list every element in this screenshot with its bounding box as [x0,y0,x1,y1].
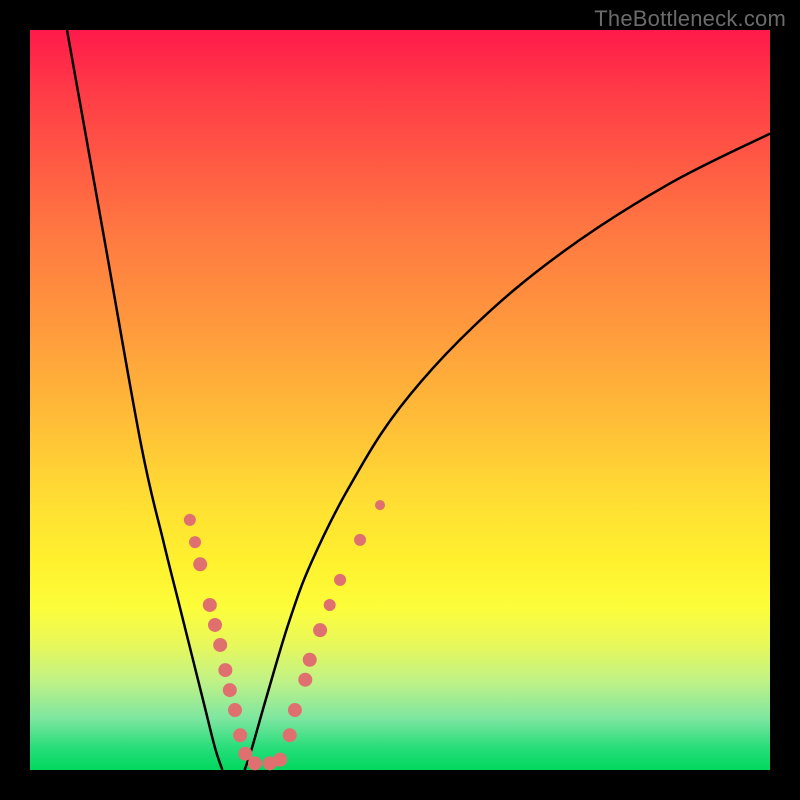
data-marker [248,756,262,770]
data-marker [288,703,302,717]
curve-right-branch [245,134,770,770]
data-marker [298,673,312,687]
watermark-text: TheBottleneck.com [594,6,786,32]
data-marker [193,557,207,571]
curve-left-branch [67,30,222,770]
data-marker [324,599,336,611]
data-marker [375,500,385,510]
data-marker [228,703,242,717]
curve-svg [30,30,770,770]
data-marker [273,753,287,767]
data-marker [303,653,317,667]
data-marker [203,598,217,612]
data-marker [189,536,201,548]
data-marker [334,574,346,586]
data-marker [223,683,237,697]
data-marker [313,623,327,637]
data-marker [208,618,222,632]
chart-frame [30,30,770,770]
data-marker [354,534,366,546]
data-marker [184,514,196,526]
data-marker [283,728,297,742]
data-marker [213,638,227,652]
data-marker [218,663,232,677]
data-marker [233,728,247,742]
